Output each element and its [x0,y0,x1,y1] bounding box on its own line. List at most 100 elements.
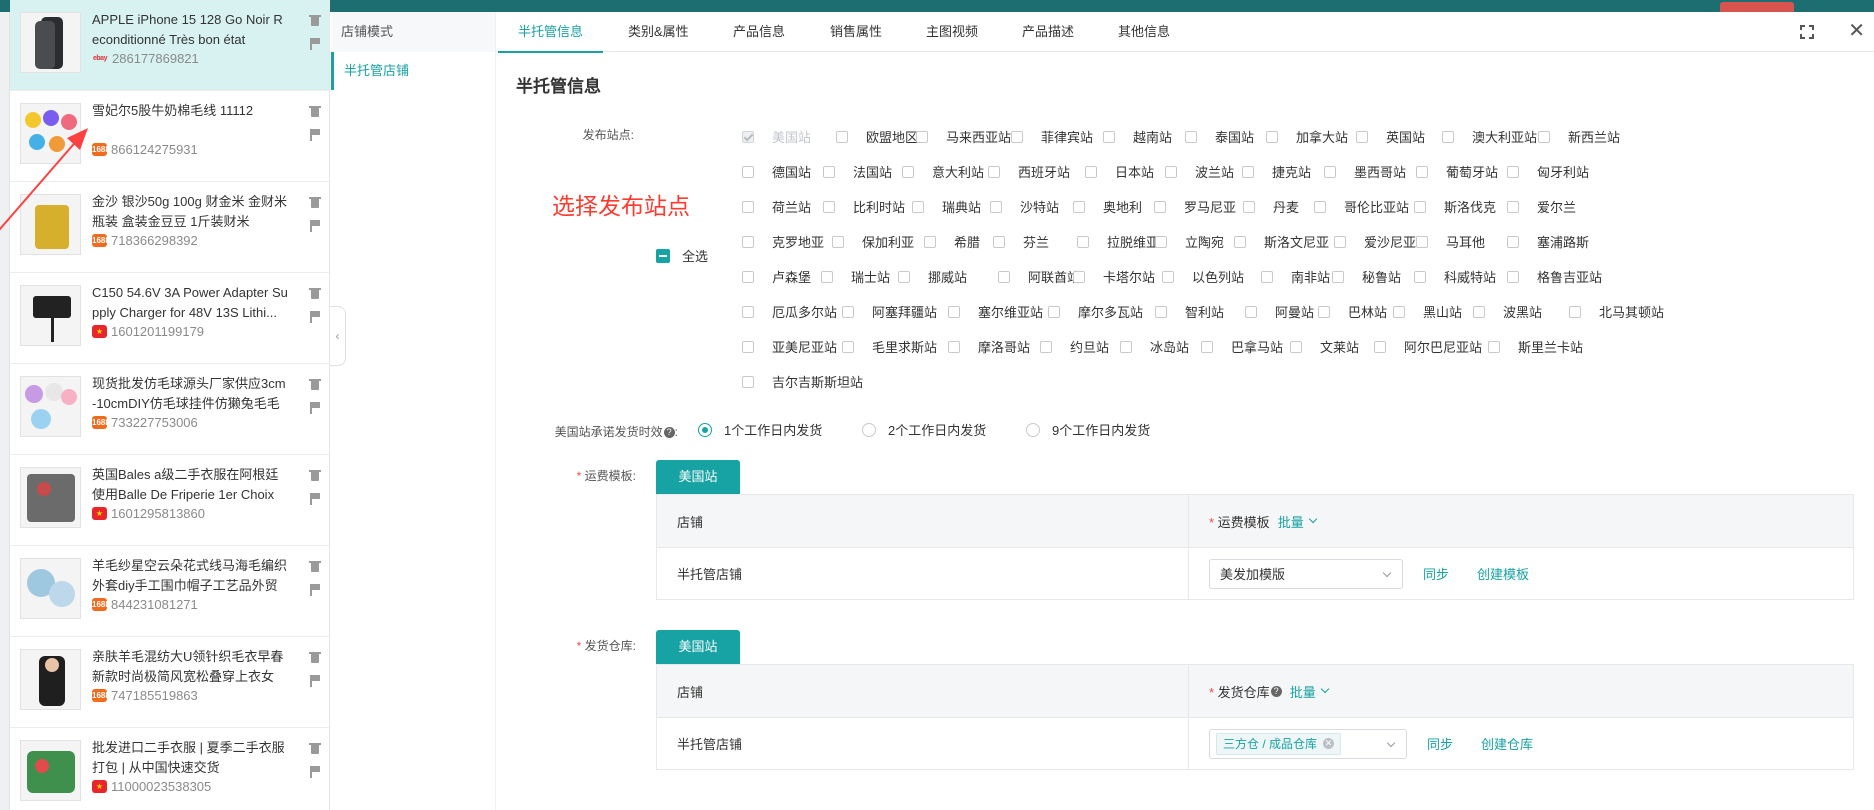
site-checkbox[interactable]: 希腊 [924,232,980,251]
store-item-semi-managed[interactable]: 半托管店铺 [331,52,495,90]
site-checkbox[interactable]: 比利时站 [823,197,905,216]
product-list-item[interactable]: 现货批发仿毛球源头厂家供应3cm-10cmDIY仿毛球挂件仿獭兔毛毛球 16887… [10,364,329,455]
site-checkbox[interactable]: 德国站 [742,162,811,181]
warehouse-select[interactable]: 三方仓 / 成品仓库 ✕ [1209,728,1407,759]
site-checkbox[interactable]: 阿塞拜疆站 [842,302,937,321]
freight-template-select[interactable]: 美发加模版 [1209,558,1403,589]
site-checkbox[interactable]: 爱尔兰 [1507,197,1576,216]
site-checkbox[interactable]: 新西兰站 [1538,127,1620,146]
site-checkbox[interactable]: 亚美尼亚站 [742,337,837,356]
product-list-item[interactable]: 亲肤羊毛混纺大U领针织毛衣早春新款时尚极简风宽松叠穿上衣女 1688 7471855… [10,637,329,728]
site-checkbox[interactable]: 捷克站 [1242,162,1311,181]
site-checkbox[interactable]: 秘鲁站 [1332,267,1401,286]
site-checkbox[interactable]: 北马其顿站 [1569,302,1664,321]
freight-site-tab[interactable]: 美国站 [656,460,740,494]
site-checkbox[interactable]: 泰国站 [1185,127,1254,146]
flag-icon[interactable] [309,220,321,232]
product-list-item[interactable]: 雪妃尔5股牛奶棉毛线 11112 1688 866124275931 [10,91,329,182]
site-checkbox[interactable]: 智利站 [1155,302,1224,321]
site-checkbox[interactable]: 匈牙利站 [1507,162,1589,181]
sync-link[interactable]: 同步 [1427,734,1453,753]
batch-dropdown[interactable]: 批量 [1290,682,1329,701]
site-checkbox[interactable]: 拉脱维亚 [1077,232,1159,251]
site-checkbox[interactable]: 塞浦路斯 [1507,232,1589,251]
site-checkbox[interactable]: 斯洛伐克 [1414,197,1496,216]
site-checkbox[interactable]: 科威特站 [1414,267,1496,286]
site-checkbox[interactable]: 巴拿马站 [1201,337,1283,356]
flag-icon[interactable] [309,402,321,414]
site-checkbox[interactable]: 芬兰 [993,232,1049,251]
site-checkbox[interactable]: 波兰站 [1165,162,1234,181]
product-list-item[interactable]: 英国Bales a级二手衣服在阿根廷使用Balle De Friperie 1e… [10,455,329,546]
site-checkbox[interactable]: 格鲁吉亚站 [1507,267,1602,286]
site-checkbox[interactable]: 约旦站 [1040,337,1109,356]
create-warehouse-link[interactable]: 创建仓库 [1481,734,1533,753]
site-checkbox[interactable]: 斯里兰卡站 [1488,337,1583,356]
site-checkbox[interactable]: 英国站 [1356,127,1425,146]
site-checkbox[interactable]: 摩尔多瓦站 [1048,302,1143,321]
batch-dropdown[interactable]: 批量 [1278,512,1317,531]
trash-icon[interactable] [309,105,321,117]
trash-icon[interactable] [309,196,321,208]
site-checkbox[interactable]: 法国站 [823,162,892,181]
site-checkbox[interactable]: 哥伦比亚站 [1314,197,1409,216]
site-checkbox[interactable]: 摩洛哥站 [948,337,1030,356]
trash-icon[interactable] [309,14,321,26]
site-checkbox[interactable]: 沙特站 [990,197,1059,216]
remove-tag-icon[interactable]: ✕ [1323,738,1335,749]
trash-icon[interactable] [309,560,321,572]
flag-icon[interactable] [309,584,321,596]
trash-icon[interactable] [309,742,321,754]
fullscreen-icon[interactable] [1799,24,1815,40]
site-checkbox[interactable]: 冰岛站 [1120,337,1189,356]
product-list-item[interactable]: C150 54.6V 3A Power Adapter Supply Charg… [10,273,329,364]
site-checkbox[interactable]: 阿曼站 [1245,302,1314,321]
site-checkbox[interactable]: 墨西哥站 [1324,162,1406,181]
site-checkbox[interactable]: 卡塔尔站 [1073,267,1155,286]
tab-product-info[interactable]: 产品信息 [733,12,785,52]
product-list-item[interactable]: 批发进口二手衣服 | 夏季二手衣服打包 | 从中国快速交货 ★ 1100002353… [10,728,329,810]
tab-other[interactable]: 其他信息 [1118,12,1170,52]
flag-icon[interactable] [309,129,321,141]
site-checkbox[interactable]: 马来西亚站 [916,127,1011,146]
site-checkbox[interactable]: 卢森堡 [742,267,811,286]
site-checkbox[interactable]: 奥地利 [1073,197,1142,216]
site-checkbox[interactable]: 以色列站 [1162,267,1244,286]
site-checkbox[interactable]: 菲律宾站 [1011,127,1093,146]
site-checkbox[interactable]: 塞尔维亚站 [948,302,1043,321]
ship-time-option-1[interactable]: 1个工作日内发货 [698,420,822,439]
site-checkbox[interactable]: 斯洛文尼亚 [1234,232,1329,251]
tab-description[interactable]: 产品描述 [1022,12,1074,52]
site-checkbox[interactable]: 阿尔巴尼亚站 [1374,337,1482,356]
product-list-item[interactable]: 金沙 银沙50g 100g 财金米 金财米瓶装 盒装金豆豆 1斤装财米 1688 7… [10,182,329,273]
tab-sales-attr[interactable]: 销售属性 [830,12,882,52]
tab-category[interactable]: 类别&属性 [628,12,689,52]
product-list-item[interactable]: 羊毛纱星空云朵花式线马海毛编织外套diy手工围巾帽子工艺品外贸 1688 84423… [10,546,329,637]
warehouse-site-tab[interactable]: 美国站 [656,630,740,664]
site-checkbox[interactable]: 瑞士站 [821,267,890,286]
site-checkbox[interactable]: 文莱站 [1290,337,1359,356]
site-checkbox[interactable]: 美国站 [742,127,811,146]
site-checkbox[interactable]: 厄瓜多尔站 [742,302,837,321]
sync-link[interactable]: 同步 [1423,564,1449,583]
site-checkbox[interactable]: 罗马尼亚 [1154,197,1236,216]
site-checkbox[interactable]: 加拿大站 [1266,127,1348,146]
trash-icon[interactable] [309,378,321,390]
site-checkbox[interactable]: 欧盟地区 [836,127,918,146]
site-checkbox[interactable]: 波黑站 [1473,302,1542,321]
create-template-link[interactable]: 创建模板 [1477,564,1529,583]
site-checkbox[interactable]: 保加利亚 [832,232,914,251]
site-checkbox[interactable]: 阿联酋站 [998,267,1080,286]
select-all-checkbox[interactable]: 全选 [656,246,708,265]
site-checkbox[interactable]: 立陶宛 [1155,232,1224,251]
site-checkbox[interactable]: 日本站 [1085,162,1154,181]
trash-icon[interactable] [309,287,321,299]
trash-icon[interactable] [309,651,321,663]
site-checkbox[interactable]: 澳大利亚站 [1442,127,1537,146]
collapse-panel-button[interactable]: ‹ [330,306,346,366]
product-list-item[interactable]: APPLE iPhone 15 128 Go Noir Reconditionn… [10,0,329,91]
site-checkbox[interactable]: 黑山站 [1393,302,1462,321]
ship-time-option-3[interactable]: 9个工作日内发货 [1026,420,1150,439]
site-checkbox[interactable]: 毛里求斯站 [842,337,937,356]
flag-icon[interactable] [309,493,321,505]
